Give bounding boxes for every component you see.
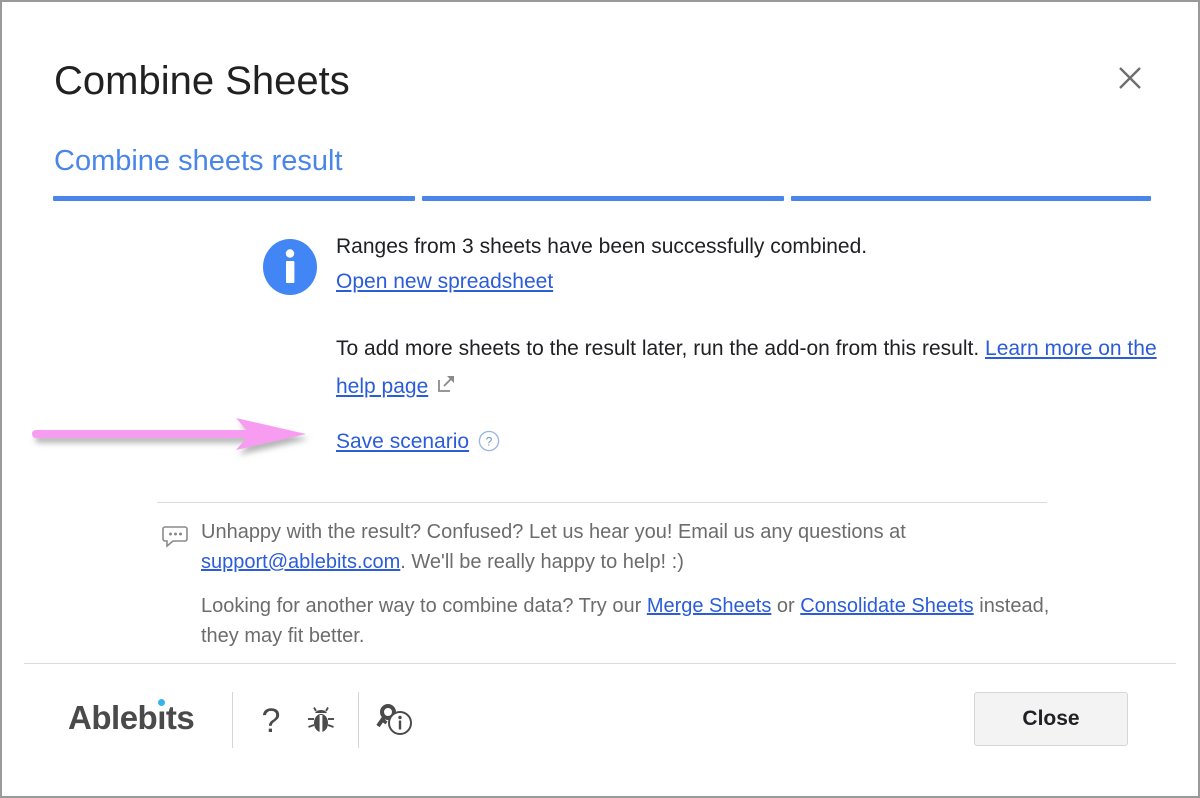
support-email-line: Unhappy with the result? Confused? Let u… [201, 517, 1052, 577]
add-more-sheets-text: To add more sheets to the result later, … [336, 337, 986, 360]
progress-segment-1 [53, 196, 415, 201]
progress-segment-2 [422, 196, 784, 201]
open-spreadsheet-row: Open new spreadsheet [336, 264, 1198, 302]
svg-text:?: ? [486, 435, 493, 449]
support-text: Unhappy with the result? Confused? Let u… [162, 517, 1052, 651]
step-title: Combine sheets result [54, 145, 343, 177]
save-scenario-row: Save scenario? [2, 426, 1198, 460]
open-new-spreadsheet-link[interactable]: Open new spreadsheet [336, 270, 553, 293]
dialog-header: Combine Sheets [54, 50, 1150, 112]
save-scenario-link[interactable]: Save scenario [336, 430, 469, 453]
combine-sheets-dialog: Combine Sheets Combine sheets result Ran [0, 0, 1200, 798]
support-line1-suffix: . We'll be really happy to help! :) [400, 551, 684, 573]
result-message-row: Ranges from 3 sheets have been successfu… [2, 230, 1198, 304]
page-title: Combine Sheets [54, 59, 350, 103]
speech-bubble-icon [162, 523, 188, 549]
support-email-link[interactable]: support@ablebits.com [201, 551, 400, 573]
key-info-privacy-icon[interactable] [372, 698, 418, 744]
consolidate-sheets-link[interactable]: Consolidate Sheets [800, 595, 973, 617]
footer-divider [24, 663, 1176, 664]
ablebits-logo-text: Ablebı ts [68, 699, 195, 736]
question-mark-icon[interactable]: ? [248, 698, 294, 744]
bug-report-icon[interactable] [298, 698, 344, 744]
footer-separator-2 [358, 692, 359, 748]
alternatives-prefix: Looking for another way to combine data?… [201, 595, 647, 617]
progress-segment-3 [791, 196, 1151, 201]
close-x-icon[interactable] [1110, 58, 1150, 98]
close-button[interactable]: Close [974, 692, 1128, 746]
merge-sheets-link[interactable]: Merge Sheets [647, 595, 772, 617]
content-divider [157, 502, 1047, 503]
support-block: Unhappy with the result? Confused? Let u… [162, 517, 1052, 665]
dialog-body: Ranges from 3 sheets have been successfu… [2, 230, 1198, 460]
alternatives-or: or [771, 595, 801, 617]
info-circle-icon [261, 238, 319, 296]
wizard-progress-bar [53, 196, 1151, 201]
dialog-footer: Ablebı ts ? Close [2, 670, 1198, 796]
question-mark-circle-icon[interactable]: ? [478, 430, 500, 452]
alternatives-line: Looking for another way to combine data?… [201, 591, 1052, 651]
support-line1-prefix: Unhappy with the result? Confused? Let u… [201, 521, 906, 543]
result-message: Ranges from 3 sheets have been successfu… [336, 235, 868, 258]
external-link-icon [436, 369, 456, 392]
add-more-sheets-paragraph: To add more sheets to the result later, … [2, 330, 1198, 406]
ablebits-logo: Ablebı ts [68, 698, 195, 738]
footer-separator-1 [232, 692, 233, 748]
